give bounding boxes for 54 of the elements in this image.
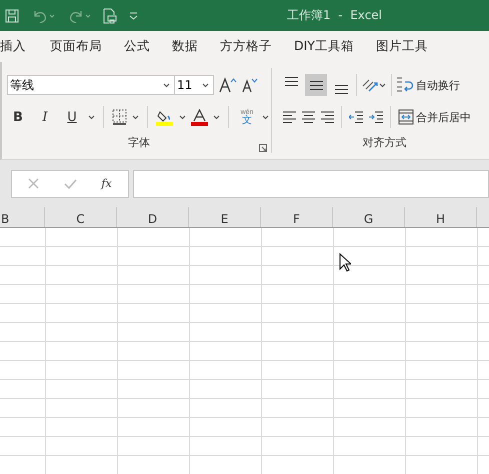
border-icon[interactable] bbox=[112, 109, 127, 125]
align-bottom-icon bbox=[334, 84, 348, 94]
caret-icon[interactable] bbox=[132, 114, 139, 120]
wrap-text-icon bbox=[396, 76, 414, 94]
underline-button[interactable]: U bbox=[61, 110, 83, 124]
dialog-launcher-icon[interactable] bbox=[259, 144, 267, 152]
group-label: 字体 bbox=[128, 135, 150, 151]
decrease-font-size-icon[interactable] bbox=[242, 77, 258, 93]
column-header[interactable]: D bbox=[117, 207, 189, 227]
align-top-icon bbox=[284, 76, 298, 86]
column-header[interactable]: H bbox=[405, 207, 477, 227]
column-header[interactable]: E bbox=[189, 207, 261, 227]
caret-icon[interactable] bbox=[163, 82, 170, 88]
increase-indent-icon[interactable] bbox=[369, 111, 383, 123]
window-title: 工作簿1 - Excel bbox=[287, 7, 382, 24]
decrease-indent-icon[interactable] bbox=[349, 111, 363, 123]
caret-icon[interactable] bbox=[262, 114, 269, 120]
ribbon-tab[interactable]: 插入 bbox=[0, 31, 39, 62]
column-header[interactable]: C bbox=[45, 207, 117, 227]
caret-icon[interactable] bbox=[88, 114, 95, 120]
group-label: 对齐方式 bbox=[362, 135, 406, 151]
formula-input[interactable] bbox=[133, 170, 489, 198]
insert-function-button[interactable]: fx bbox=[101, 177, 112, 190]
font-size-field[interactable]: 11 bbox=[174, 75, 214, 95]
font-color-icon[interactable] bbox=[191, 108, 208, 126]
ribbon-tab[interactable]: 方方格子 bbox=[209, 31, 283, 62]
wrap-text-button[interactable]: 自动换行 bbox=[396, 76, 460, 94]
align-center-icon[interactable] bbox=[302, 111, 315, 123]
column-header[interactable]: G bbox=[333, 207, 405, 227]
merge-center-button[interactable]: 合并后居中 bbox=[398, 109, 471, 125]
ribbon-tab[interactable]: 页面布局 bbox=[39, 31, 113, 62]
caret-icon[interactable] bbox=[202, 82, 209, 88]
customize-icon[interactable] bbox=[129, 12, 138, 20]
merge-center-icon bbox=[398, 109, 414, 125]
font-name-field[interactable]: 等线 bbox=[7, 75, 175, 95]
ribbon-tab[interactable]: 公式 bbox=[113, 31, 161, 62]
align-left-icon[interactable] bbox=[283, 111, 296, 123]
caret-icon[interactable] bbox=[179, 114, 186, 120]
save-icon[interactable] bbox=[5, 8, 19, 22]
increase-font-size-icon[interactable] bbox=[219, 77, 237, 93]
vertical-align-button[interactable] bbox=[305, 74, 327, 96]
fill-color-icon[interactable] bbox=[156, 108, 174, 126]
align-right-icon[interactable] bbox=[321, 111, 334, 123]
ribbon-tab[interactable]: DIY工具箱 bbox=[283, 31, 365, 62]
print-preview-icon[interactable] bbox=[103, 8, 117, 24]
italic-button[interactable]: I bbox=[34, 110, 56, 124]
align-middle-icon bbox=[310, 80, 322, 90]
column-header[interactable]: B bbox=[0, 207, 45, 227]
ribbon-tab[interactable]: 数据 bbox=[161, 31, 209, 62]
column-header[interactable]: F bbox=[261, 207, 333, 227]
bold-button[interactable]: B bbox=[7, 110, 29, 124]
caret-icon[interactable] bbox=[213, 114, 220, 120]
mouse-cursor-icon bbox=[339, 253, 351, 272]
ribbon-tab[interactable]: 图片工具 bbox=[364, 31, 439, 62]
